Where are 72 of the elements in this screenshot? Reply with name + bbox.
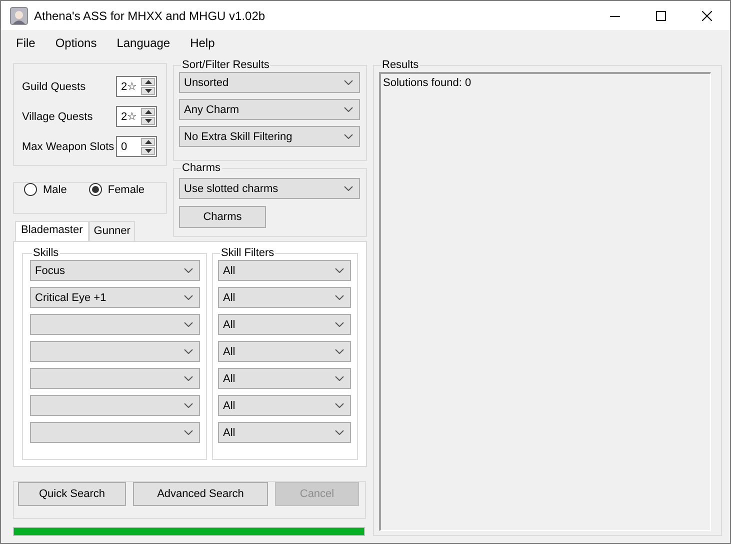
window-title: Athena's ASS for MHXX and MHGU v1.02b	[34, 8, 266, 22]
tab[interactable]: Blademaster	[15, 221, 89, 241]
dropdown[interactable]: Focus	[30, 260, 200, 281]
spinner-field[interactable]: 2☆	[116, 106, 157, 127]
group-title: Charms	[181, 161, 222, 175]
chevron-icon	[184, 349, 193, 354]
chevron-icon	[335, 295, 344, 300]
chevron-icon	[335, 322, 344, 327]
down-triangle-icon	[144, 119, 152, 123]
down-triangle-icon	[144, 149, 152, 153]
dropdown[interactable]: Any Charm	[179, 99, 360, 120]
dropdown[interactable]: All	[218, 341, 351, 362]
radio-label: Female	[108, 184, 145, 196]
spin-up-button[interactable]	[141, 108, 155, 116]
radio-button[interactable]	[24, 183, 37, 196]
advanced-search-button[interactable]: Advanced Search	[133, 482, 268, 506]
dropdown[interactable]: All	[218, 395, 351, 416]
chevron-icon	[184, 430, 193, 435]
chevron-icon	[335, 349, 344, 354]
spin-up-button[interactable]	[141, 78, 155, 86]
chevron-icon	[335, 403, 344, 408]
chevron-icon	[184, 376, 193, 381]
spin-up-button[interactable]	[141, 138, 155, 146]
maximize-icon	[656, 10, 666, 20]
results-text: Solutions found: 0	[383, 77, 472, 89]
field-label: Village Quests	[22, 110, 93, 122]
dropdown[interactable]: All	[218, 287, 351, 308]
radio-label: Male	[43, 184, 67, 196]
dropdown[interactable]: All	[218, 314, 351, 335]
field-label: Guild Quests	[22, 80, 86, 92]
app-icon	[10, 6, 28, 24]
menu-item[interactable]: Options	[48, 36, 106, 50]
dropdown[interactable]: Unsorted	[179, 72, 360, 93]
chevron-icon	[335, 268, 344, 273]
spinner-field[interactable]: 0	[116, 136, 157, 157]
dropdown[interactable]: All	[218, 422, 351, 443]
charms-button[interactable]: Charms	[179, 206, 266, 228]
chevron-icon	[344, 186, 353, 191]
spin-down-button[interactable]	[141, 117, 155, 125]
close-icon	[702, 10, 712, 20]
menu-item[interactable]: Language	[110, 36, 180, 50]
up-triangle-icon	[144, 110, 152, 114]
dropdown[interactable]: Critical Eye +1	[30, 287, 200, 308]
spin-down-button[interactable]	[141, 87, 155, 95]
down-triangle-icon	[144, 89, 152, 93]
dropdown[interactable]: Use slotted charms	[179, 178, 360, 199]
dropdown[interactable]: No Extra Skill Filtering	[179, 126, 360, 147]
chevron-icon	[344, 107, 353, 112]
chevron-icon	[344, 80, 353, 85]
group-title: Skills	[32, 246, 60, 260]
menu-item[interactable]: File	[9, 36, 44, 50]
dropdown[interactable]: All	[218, 260, 351, 281]
group-title: Skill Filters	[220, 246, 276, 260]
spinner-field[interactable]: 2☆	[116, 76, 157, 97]
up-triangle-icon	[144, 140, 152, 144]
field-label: Max Weapon Slots	[22, 140, 114, 152]
spin-down-button[interactable]	[141, 147, 155, 155]
dropdown[interactable]: All	[218, 368, 351, 389]
chevron-icon	[335, 376, 344, 381]
quick-search-button[interactable]: Quick Search	[18, 482, 126, 506]
chevron-icon	[184, 322, 193, 327]
chevron-icon	[335, 430, 344, 435]
radio-button[interactable]	[88, 183, 102, 196]
group-title: Results	[381, 58, 420, 72]
chevron-icon	[344, 134, 353, 139]
menu-item[interactable]: Help	[183, 36, 224, 50]
chevron-icon	[184, 268, 193, 273]
up-triangle-icon	[144, 80, 152, 84]
tab[interactable]: Gunner	[88, 221, 136, 241]
group-title: Sort/Filter Results	[181, 58, 270, 72]
chevron-icon	[184, 403, 193, 408]
chevron-icon	[184, 295, 193, 300]
